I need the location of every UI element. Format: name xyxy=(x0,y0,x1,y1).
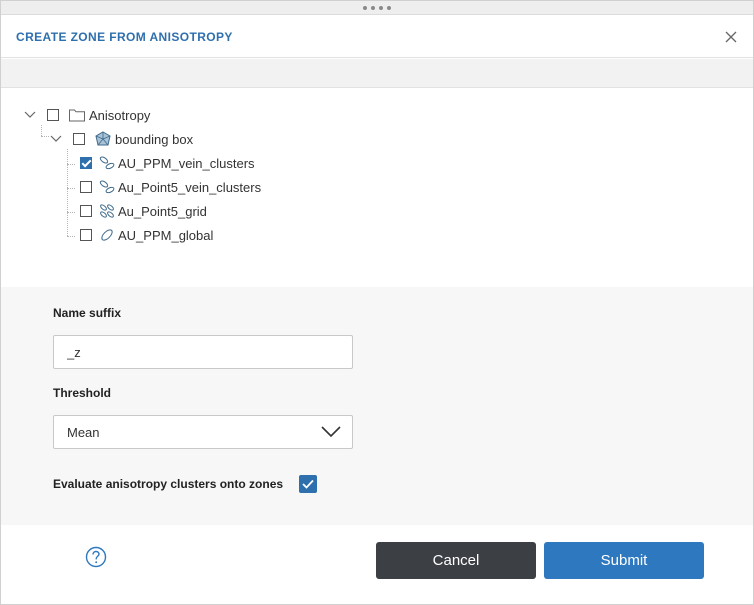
dialog-footer: Cancel Submit xyxy=(1,525,753,604)
submit-button[interactable]: Submit xyxy=(544,542,704,579)
threshold-select[interactable]: Mean xyxy=(53,415,353,449)
toolbar xyxy=(1,59,753,88)
dialog-header: CREATE ZONE FROM ANISOTROPY xyxy=(1,15,753,58)
tree-item-au-point5-grid[interactable]: Au_Point5_grid xyxy=(80,200,207,222)
polyhedron-icon xyxy=(94,131,112,147)
tree-guide xyxy=(67,149,68,236)
dialog-title: CREATE ZONE FROM ANISOTROPY xyxy=(16,30,233,44)
help-icon[interactable] xyxy=(85,546,107,568)
tree-node-label: Anisotropy xyxy=(89,107,151,123)
close-icon[interactable] xyxy=(723,29,739,45)
tree-item-au-ppm-vein-clusters[interactable]: AU_PPM_vein_clusters xyxy=(80,152,255,174)
tree-guide xyxy=(67,212,75,213)
tree-item-au-ppm-global[interactable]: AU_PPM_global xyxy=(80,224,213,246)
create-zone-dialog: CREATE ZONE FROM ANISOTROPY Anisotropy b… xyxy=(0,0,754,605)
chevron-down-icon[interactable] xyxy=(49,132,63,146)
tree-item-au-point5-vein-clusters[interactable]: Au_Point5_vein_clusters xyxy=(80,176,261,198)
options-form: Name suffix Threshold Mean Evaluate anis… xyxy=(1,287,753,525)
tree-checkbox[interactable] xyxy=(73,133,85,145)
threshold-label: Threshold xyxy=(53,386,112,400)
folder-icon xyxy=(68,107,86,123)
tree-item-label: AU_PPM_vein_clusters xyxy=(118,155,255,171)
tree-node-bounding-box[interactable]: bounding box xyxy=(49,128,193,150)
evaluate-clusters-checkbox[interactable] xyxy=(299,475,317,493)
tree-guide xyxy=(41,136,49,137)
tree-node-anisotropy[interactable]: Anisotropy xyxy=(23,104,150,126)
chevron-down-icon xyxy=(320,423,342,441)
evaluate-clusters-label: Evaluate anisotropy clusters onto zones xyxy=(53,477,284,491)
cancel-button[interactable]: Cancel xyxy=(376,542,536,579)
tree-guide xyxy=(67,236,75,237)
anisotropy-clusters-icon xyxy=(98,179,116,195)
tree-item-label: Au_Point5_grid xyxy=(118,203,207,219)
chevron-down-icon[interactable] xyxy=(23,108,37,122)
tree-item-label: Au_Point5_vein_clusters xyxy=(118,179,262,195)
tree-checkbox[interactable] xyxy=(80,181,92,193)
tree-item-label: AU_PPM_global xyxy=(118,227,214,243)
name-suffix-label: Name suffix xyxy=(53,306,122,320)
drag-strip[interactable] xyxy=(1,1,753,15)
tree-guide xyxy=(41,125,42,136)
drag-handle-icon[interactable] xyxy=(363,6,391,10)
tree-checkbox[interactable] xyxy=(80,229,92,241)
anisotropy-tree: Anisotropy bounding box AU_PPM_vein_clus… xyxy=(1,89,753,285)
threshold-value: Mean xyxy=(67,425,100,440)
tree-guide xyxy=(67,164,75,165)
tree-node-label: bounding box xyxy=(115,131,194,147)
name-suffix-input[interactable] xyxy=(53,335,353,369)
tree-checkbox[interactable] xyxy=(80,157,92,169)
anisotropy-clusters-icon xyxy=(98,155,116,171)
anisotropy-grid-icon xyxy=(98,203,116,219)
ellipse-icon xyxy=(98,227,116,243)
tree-checkbox[interactable] xyxy=(47,109,59,121)
tree-checkbox[interactable] xyxy=(80,205,92,217)
tree-guide xyxy=(67,188,75,189)
